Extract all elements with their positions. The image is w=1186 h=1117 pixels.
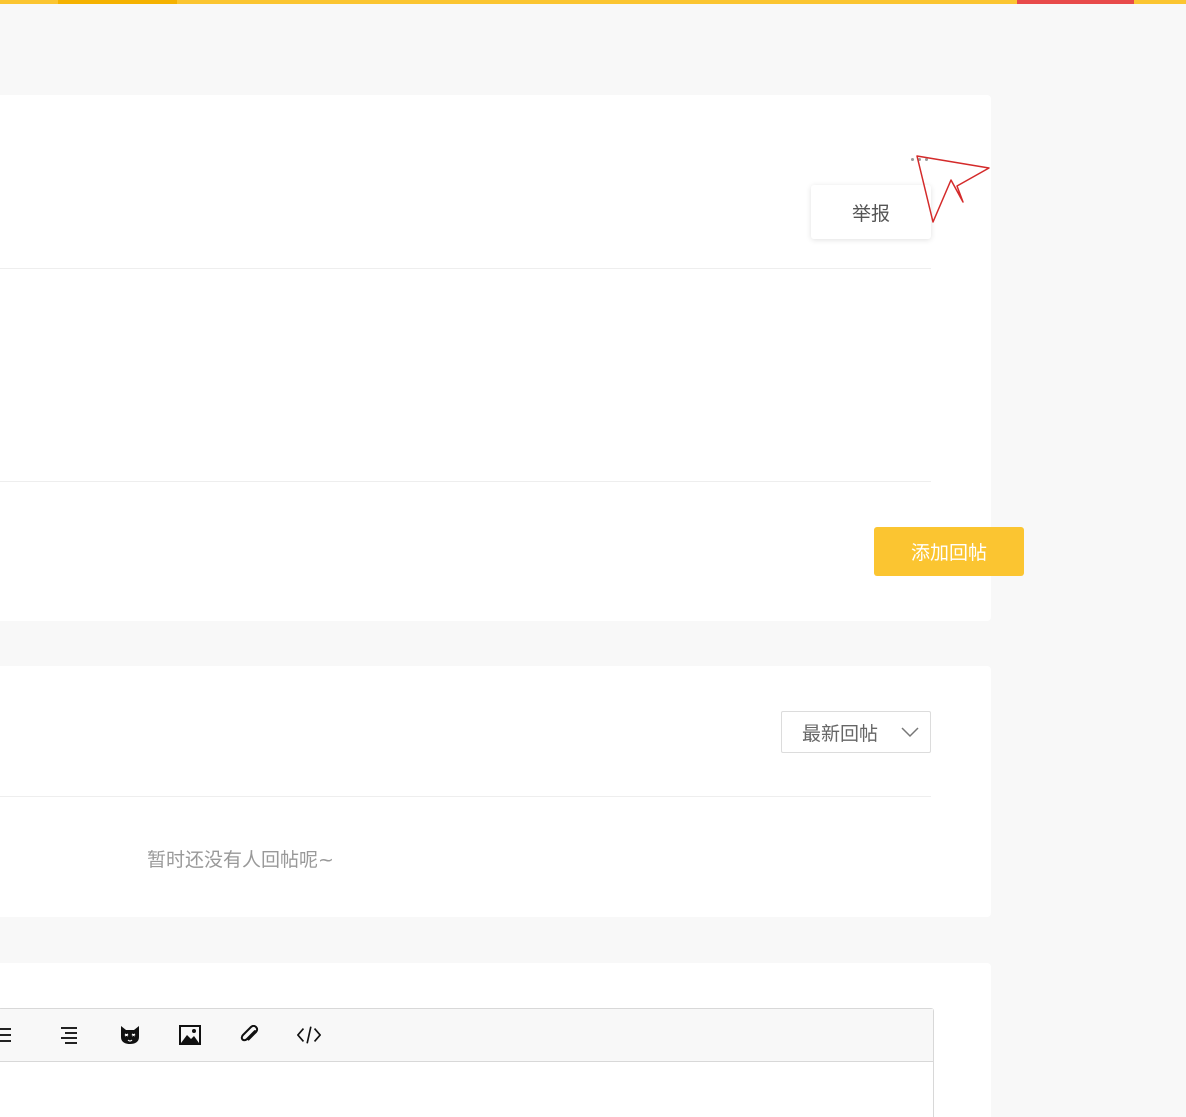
reply-sort-value: 最新回帖 [802, 722, 879, 745]
emoji-cat-icon[interactable] [118, 1023, 142, 1047]
editor-toolbar [0, 1009, 933, 1062]
post-body-divider [0, 481, 931, 482]
replies-card [0, 666, 991, 917]
add-reply-button[interactable]: 添加回帖 [874, 527, 1024, 576]
rich-text-editor[interactable] [0, 1008, 934, 1117]
attachment-icon[interactable] [238, 1023, 262, 1047]
reply-sort-select[interactable]: 最新回帖 [781, 711, 931, 753]
post-card [0, 95, 991, 621]
add-reply-label: 添加回帖 [910, 542, 987, 564]
top-accent-bar [0, 0, 1186, 4]
replies-header-divider [0, 796, 931, 797]
chevron-down-icon [901, 727, 919, 738]
code-icon[interactable] [297, 1023, 321, 1047]
align-right-icon[interactable] [57, 1023, 81, 1047]
accent-bar-red-segment [1017, 0, 1134, 4]
post-header-divider [0, 268, 931, 269]
accent-bar-active-segment [58, 0, 177, 4]
report-label: 举报 [851, 202, 890, 225]
image-icon[interactable] [178, 1023, 202, 1047]
align-center-icon[interactable] [0, 1023, 19, 1047]
no-replies-message: 暂时还没有人回帖呢~ [147, 849, 334, 871]
annotation-arrow-icon [916, 155, 990, 223]
